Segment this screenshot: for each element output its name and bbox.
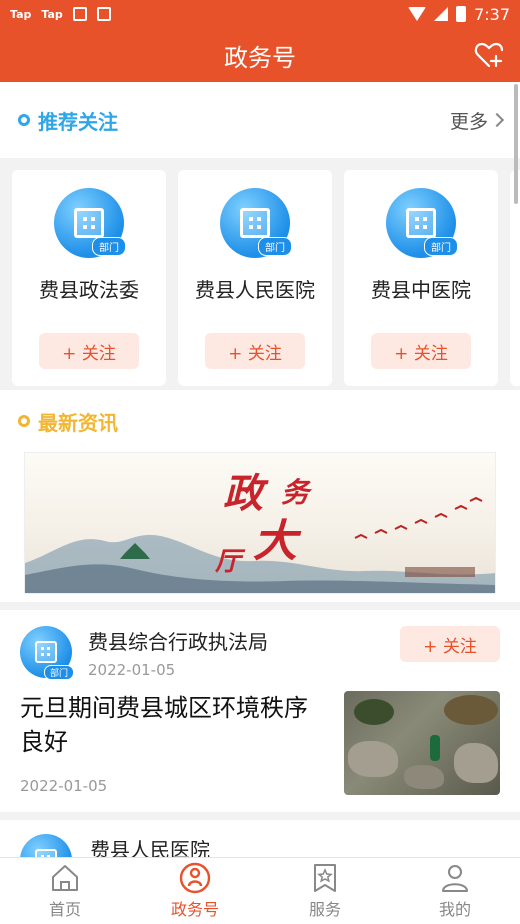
banner-char-3: 大	[253, 516, 297, 567]
bottom-tab-bar: 首页 政务号 服务 我的	[0, 857, 520, 924]
circle-bullet-icon	[18, 114, 30, 126]
gov-account-icon	[179, 862, 211, 894]
circle-bullet-icon	[18, 415, 30, 427]
news-article[interactable]: 部门 费县综合行政执法局 2022-01-05 + 关注 元旦期间费县城区环境秩…	[0, 610, 520, 812]
tap-notification-1: Tap	[10, 7, 32, 21]
avatar: 部门	[54, 188, 126, 258]
tab-label: 服务	[308, 900, 341, 919]
article-body[interactable]: 元旦期间费县城区环境秩序良好 2022-01-05	[20, 691, 500, 795]
avatar[interactable]: 部门	[20, 626, 74, 680]
article-source-row: 部门 费县综合行政执法局 2022-01-05 + 关注	[20, 626, 500, 680]
battery-icon	[456, 6, 467, 22]
follow-button[interactable]: + 关注	[39, 333, 139, 369]
source-date: 2022-01-05	[88, 661, 176, 679]
news-header: 最新资讯	[0, 390, 520, 452]
gov-hall-banner[interactable]: 政 务 大 厅	[24, 452, 496, 594]
more-label: 更多	[449, 110, 488, 133]
scrollbar[interactable]	[514, 84, 518, 204]
building-icon	[74, 208, 104, 238]
follow-button[interactable]: + 关注	[400, 626, 500, 662]
status-time: 7:37	[474, 4, 510, 24]
account-card[interactable]: 部门 费县人民医院 + 关注	[178, 170, 332, 386]
profile-icon	[442, 865, 468, 892]
tab-label: 我的	[438, 900, 471, 919]
app-icon	[72, 7, 87, 21]
news-article[interactable]: 费县人民医院	[0, 820, 520, 857]
page-title: 政务号	[224, 43, 296, 72]
follow-button[interactable]: + 关注	[371, 333, 471, 369]
heart-add-icon[interactable]	[474, 40, 504, 70]
tab-service[interactable]: 服务	[260, 858, 390, 924]
department-badge: 部门	[424, 237, 458, 256]
account-name: 费县政法委	[39, 278, 139, 302]
follow-button[interactable]: + 关注	[205, 333, 305, 369]
content-scroll[interactable]: 推荐关注 更多 部门 费县政法委 + 关注 部门 费县人民医院 + 关注 部门 …	[0, 82, 520, 857]
department-badge: 部门	[43, 665, 74, 680]
status-notifications: Tap Tap	[10, 7, 111, 21]
status-system: 7:37	[408, 5, 510, 24]
news-title: 最新资讯	[38, 410, 118, 435]
department-badge: 部门	[92, 237, 126, 256]
avatar: 部门	[220, 188, 292, 258]
account-card[interactable]: 部门 费县中医院 + 关注	[344, 170, 498, 386]
banner-container: 政 务 大 厅	[0, 452, 520, 602]
recommend-header: 推荐关注 更多	[0, 82, 520, 158]
account-name: 费县中医院	[371, 278, 471, 302]
recommend-title: 推荐关注	[38, 109, 118, 134]
birds-illustration	[354, 496, 483, 539]
banner-char-4: 厅	[215, 547, 242, 577]
a-icon	[96, 7, 111, 21]
tab-gov-account[interactable]: 政务号	[130, 858, 260, 924]
building-icon	[35, 641, 57, 663]
article-title[interactable]: 元旦期间费县城区环境秩序良好	[20, 691, 330, 759]
article-date: 2022-01-05	[20, 777, 108, 795]
tab-label: 政务号	[170, 900, 219, 919]
wifi-icon	[408, 7, 427, 21]
source-name[interactable]: 费县人民医院	[90, 834, 210, 857]
tab-label: 首页	[48, 900, 81, 919]
article-thumbnail[interactable]	[344, 691, 500, 795]
tab-profile[interactable]: 我的	[390, 858, 520, 924]
source-name[interactable]: 费县综合行政执法局	[88, 626, 268, 655]
recommend-cards[interactable]: 部门 费县政法委 + 关注 部门 费县人民医院 + 关注 部门 费县中医院 + …	[0, 158, 520, 390]
signal-icon	[434, 7, 449, 21]
app-header: 政务号	[0, 28, 520, 82]
avatar	[20, 834, 72, 857]
service-star-icon	[314, 864, 336, 892]
home-icon	[52, 865, 78, 891]
status-bar: Tap Tap 7:37	[0, 0, 520, 28]
account-name: 费县人民医院	[195, 278, 315, 302]
tap-notification-2: Tap	[41, 7, 63, 21]
avatar: 部门	[386, 188, 458, 258]
building-icon	[240, 208, 270, 238]
building-icon	[35, 849, 57, 857]
department-badge: 部门	[258, 237, 292, 256]
account-card[interactable]: 部门 费县政法委 + 关注	[12, 170, 166, 386]
more-link[interactable]: 更多	[449, 107, 505, 134]
chevron-right-icon	[489, 112, 505, 128]
tab-home[interactable]: 首页	[0, 858, 130, 924]
building-icon	[406, 208, 436, 238]
